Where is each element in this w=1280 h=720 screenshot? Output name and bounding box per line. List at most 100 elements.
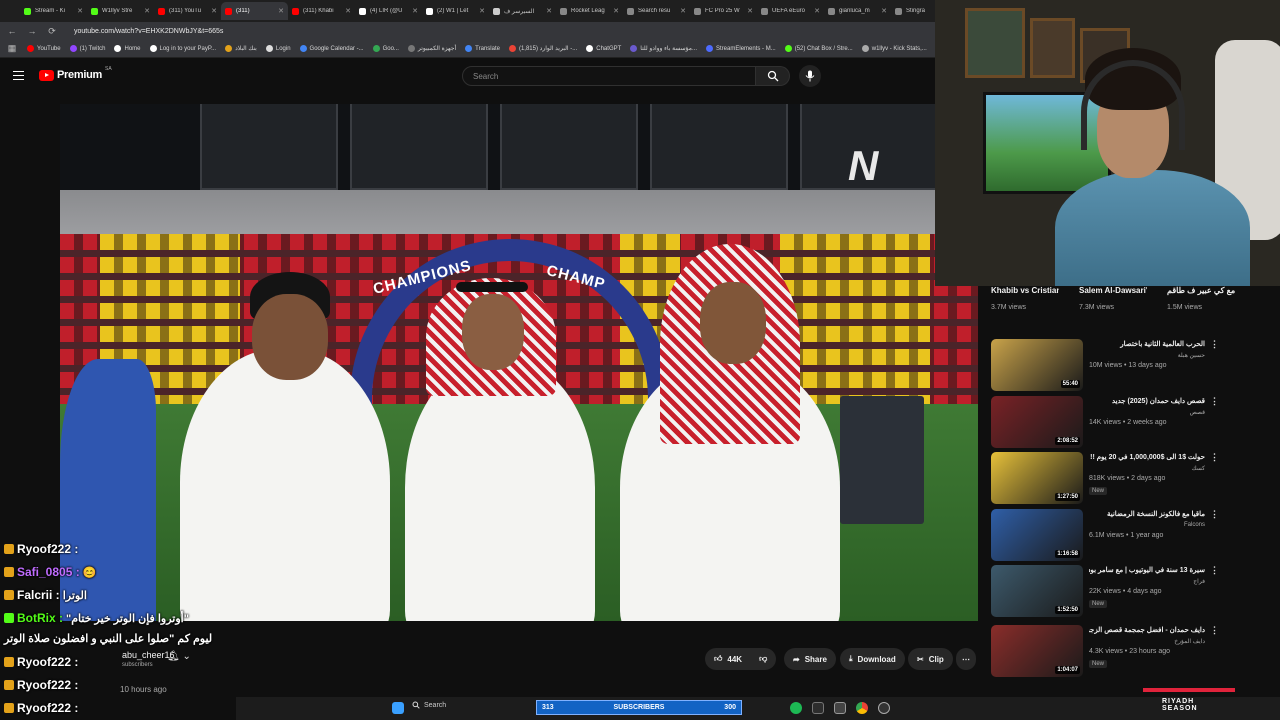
bookmark-item[interactable]: w1llyv - Kick Stats,...: [861, 45, 927, 52]
chat-username[interactable]: BotRix :: [17, 611, 63, 625]
more-options-icon[interactable]: ⋮: [1210, 452, 1219, 463]
short-item[interactable]: Khabib vs Cristiano ... 3.7M views: [991, 286, 1059, 311]
tab-close-icon[interactable]: ✕: [211, 7, 217, 15]
bookmark-item[interactable]: Google Calendar -...: [299, 45, 364, 52]
recommended-video[interactable]: 1:16:58 ماقيا مع فالكونز النسخة الرمضانية…: [991, 509, 1219, 563]
browser-tab[interactable]: FC Pro 25 W ✕: [690, 2, 757, 20]
apps-grid-icon[interactable]: ▦: [6, 43, 18, 54]
tab-close-icon[interactable]: ✕: [747, 7, 753, 15]
dislike-icon[interactable]: 👎︎: [759, 654, 767, 664]
short-item[interactable]: مقلب مسلسل مع كي عبير ف طاقم 1.5M views: [1167, 286, 1235, 311]
browser-tab[interactable]: (2) W1 | Let ✕: [422, 2, 489, 20]
browser-tab[interactable]: Rocket Leag ✕: [556, 2, 623, 20]
video-title[interactable]: قصص دايف حمدان (2025) جديد: [1089, 397, 1205, 406]
bookmark-item[interactable]: Home: [114, 45, 141, 52]
recommended-video[interactable]: 2:08:52 قصص دايف حمدان (2025) جديد قصص 14K …: [991, 396, 1219, 450]
spotify-icon[interactable]: [790, 702, 802, 714]
video-title[interactable]: دايف حمدان - افضل جمجمة قصص الزجه: [1089, 626, 1205, 635]
chat-username[interactable]: Falcrii :: [17, 588, 60, 602]
bookmark-item[interactable]: ChatGPT: [586, 45, 621, 52]
bookmark-item[interactable]: YouTube: [27, 45, 61, 52]
more-options-icon[interactable]: ⋮: [1210, 396, 1219, 407]
bookmark-item[interactable]: مؤسسة باء ووادو للتا...: [630, 45, 697, 52]
bookmark-item[interactable]: Login: [265, 45, 291, 52]
tab-close-icon[interactable]: ✕: [278, 7, 284, 15]
video-thumbnail[interactable]: 2:08:52: [991, 396, 1083, 448]
obs-icon[interactable]: [878, 702, 890, 714]
recommended-video[interactable]: 1:27:50 حولت $1 الى $1,000,000 في 20 يوم …: [991, 452, 1219, 506]
browser-tab[interactable]: Search resu ✕: [623, 2, 690, 20]
url-field[interactable]: youtube.com/watch?v=EHXK2DNWbJY&t=665s: [74, 28, 223, 35]
tab-close-icon[interactable]: ✕: [814, 7, 820, 15]
bookmark-item[interactable]: (52) Chat Box / Stre...: [784, 45, 853, 52]
download-button[interactable]: ⤓ Download: [840, 648, 905, 670]
video-title[interactable]: سيرة 13 سنة في اليوتيوب | مع سامر بودكاس…: [1089, 566, 1205, 575]
browser-tab[interactable]: (311) ✕: [221, 2, 288, 20]
share-button[interactable]: ➦ Share: [784, 648, 836, 670]
browser-tab[interactable]: gianluca_m ✕: [824, 2, 891, 20]
more-options-icon[interactable]: ⋮: [1210, 339, 1219, 350]
like-button[interactable]: 👍︎ 44K 👎︎: [705, 648, 777, 670]
video-channel[interactable]: فراج: [1089, 578, 1205, 585]
video-title[interactable]: ماقيا مع فالكونز النسخة الرمضانية: [1089, 510, 1205, 519]
video-title[interactable]: حولت $1 الى $1,000,000 في 20 يوم !!: [1089, 453, 1205, 462]
taskbar-search[interactable]: Search: [412, 701, 446, 709]
notification-bell-icon[interactable]: 🔔︎ ⌄: [167, 651, 191, 662]
chat-username[interactable]: Safi_0805 :: [17, 565, 80, 579]
bookmark-item[interactable]: Log in to your PayP...: [149, 45, 216, 52]
more-options-icon[interactable]: ⋮: [1210, 625, 1219, 636]
video-channel[interactable]: حسين هبلة: [1089, 352, 1205, 359]
search-input[interactable]: Search: [462, 66, 756, 86]
browser-tab[interactable]: (4) LIR (@U ✕: [355, 2, 422, 20]
chat-username[interactable]: Ryoof222 :: [17, 542, 78, 556]
tab-close-icon[interactable]: ✕: [881, 7, 887, 15]
video-thumbnail[interactable]: 55:40: [991, 339, 1083, 391]
chat-username[interactable]: Ryoof222 :: [17, 701, 78, 715]
video-thumbnail[interactable]: 1:16:58: [991, 509, 1083, 561]
chat-username[interactable]: Ryoof222 :: [17, 678, 78, 692]
tab-close-icon[interactable]: ✕: [345, 7, 351, 15]
browser-tab[interactable]: Stingra✕: [891, 2, 940, 20]
video-channel[interactable]: قصص: [1089, 409, 1205, 416]
short-item[interactable]: Salem Al-Dawsari's ... 7.3M views: [1079, 286, 1147, 311]
bookmark-item[interactable]: أجهزة الكمبيوتر: [407, 45, 456, 52]
bookmark-item[interactable]: (1) Twitch: [69, 45, 105, 52]
video-title[interactable]: الحرب العالمية الثانية باختصار: [1089, 340, 1205, 349]
bookmark-item[interactable]: بنك البلاد: [225, 45, 257, 52]
app-window-icon[interactable]: [834, 702, 846, 714]
video-thumbnail[interactable]: 1:52:50: [991, 565, 1083, 617]
recommended-video[interactable]: 1:04:07 دايف حمدان - افضل جمجمة قصص الزجه…: [991, 625, 1219, 679]
chrome-icon[interactable]: [856, 702, 868, 714]
bookmark-item[interactable]: StreamElements - M...: [706, 45, 776, 52]
more-actions-button[interactable]: ⋯: [956, 648, 976, 670]
browser-tab[interactable]: (311) Khabi ✕: [288, 2, 355, 20]
browser-tab[interactable]: W1llyv Stre ✕: [87, 2, 154, 20]
recommended-video[interactable]: 55:40 الحرب العالمية الثانية باختصار حسين …: [991, 339, 1219, 393]
voice-search-button[interactable]: [799, 65, 821, 87]
tab-close-icon[interactable]: ✕: [613, 7, 619, 15]
back-icon[interactable]: ←: [6, 26, 18, 36]
forward-icon[interactable]: →: [26, 26, 38, 36]
browser-tab[interactable]: السيرسر ف ✕: [489, 2, 556, 20]
more-options-icon[interactable]: ⋮: [1210, 509, 1219, 520]
tab-close-icon[interactable]: ✕: [77, 7, 83, 15]
more-options-icon[interactable]: ⋮: [1210, 565, 1219, 576]
tab-close-icon[interactable]: ✕: [680, 7, 686, 15]
windows-start-icon[interactable]: [392, 702, 404, 714]
clip-button[interactable]: ✂ Clip: [908, 648, 953, 670]
terminal-icon[interactable]: [812, 702, 824, 714]
video-thumbnail[interactable]: 1:04:07: [991, 625, 1083, 677]
video-channel[interactable]: كسك: [1089, 465, 1205, 472]
search-button[interactable]: [756, 66, 790, 86]
video-thumbnail[interactable]: 1:27:50: [991, 452, 1083, 504]
bookmark-item[interactable]: Translate: [465, 45, 500, 52]
bookmark-item[interactable]: Goo...: [372, 45, 399, 52]
tab-close-icon[interactable]: ✕: [412, 7, 418, 15]
tab-close-icon[interactable]: ✕: [144, 7, 150, 15]
browser-tab[interactable]: (311) YouTu ✕: [154, 2, 221, 20]
tab-close-icon[interactable]: ✕: [546, 7, 552, 15]
tab-close-icon[interactable]: ✕: [479, 7, 485, 15]
recommended-video[interactable]: 1:52:50 سيرة 13 سنة في اليوتيوب | مع سامر…: [991, 565, 1219, 619]
bookmark-item[interactable]: البريد الوارد (1,815) -...: [508, 45, 577, 52]
menu-icon[interactable]: [13, 71, 24, 80]
